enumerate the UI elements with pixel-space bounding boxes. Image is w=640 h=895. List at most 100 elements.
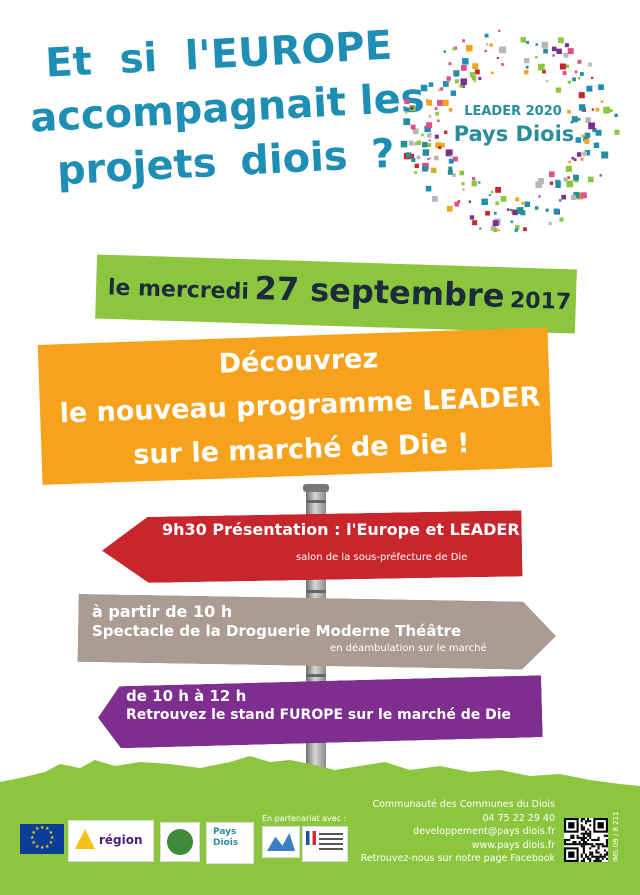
qr-module (593, 845, 596, 848)
confetti-square (549, 181, 554, 185)
qr-module (564, 838, 567, 842)
confetti-square (461, 182, 465, 186)
confetti-square (453, 70, 460, 77)
qr-module (587, 820, 590, 823)
confetti-square (495, 187, 501, 193)
confetti-square (555, 87, 562, 93)
qr-module (566, 843, 569, 846)
qr-module (591, 843, 594, 846)
confetti-square (526, 40, 530, 44)
confetti-square (537, 63, 545, 71)
confetti-square (571, 195, 576, 200)
confetti-square (567, 80, 571, 84)
confetti-square (524, 58, 530, 64)
qr-module (587, 828, 590, 831)
qr-module (580, 845, 583, 848)
qr-module (572, 836, 575, 839)
qr-module (597, 843, 600, 846)
confetti-square (490, 190, 494, 194)
qr-module (582, 828, 585, 831)
confetti-square (420, 84, 428, 92)
confetti-square (506, 208, 510, 211)
contact-facebook: Retrouvez-nous sur notre page Facebook (360, 853, 555, 864)
contact-email[interactable]: developpement@pays diois.fr (340, 825, 555, 839)
eu-star-icon: ★ (40, 845, 45, 851)
confetti-square (405, 111, 408, 114)
contact-block: Communauté des Communes du Diois 04 75 2… (340, 798, 555, 866)
confetti-square (614, 113, 618, 117)
confetti-square (591, 76, 594, 79)
qr-module (591, 853, 594, 856)
confetti-square (438, 146, 442, 150)
qr-module (605, 845, 608, 848)
confetti-square (426, 122, 433, 129)
tricolor-icon (306, 831, 316, 845)
confetti-square (437, 99, 443, 106)
confetti-square (403, 118, 411, 126)
confetti-square (469, 215, 475, 220)
qr-module (603, 845, 606, 848)
confetti-square (492, 220, 499, 227)
confetti-square (586, 85, 593, 92)
confetti-square (520, 37, 526, 43)
confetti-square (509, 208, 513, 212)
qr-code[interactable] (564, 818, 608, 862)
qr-module (580, 826, 583, 829)
headline: Et si l'EUROPE accompagnait les projets … (22, 19, 426, 200)
qr-module (587, 834, 590, 837)
qr-module (580, 859, 583, 862)
confetti-square (411, 157, 416, 162)
confetti-square (562, 71, 567, 75)
signpost-cap (303, 484, 329, 492)
confetti-square (462, 39, 465, 43)
qr-module (564, 843, 567, 846)
confetti-square (447, 80, 450, 83)
qr-module (603, 849, 606, 852)
confetti-square (466, 44, 473, 52)
qr-module (582, 859, 585, 862)
confetti-square (428, 115, 432, 118)
confetti-square (524, 69, 529, 75)
confetti-square (454, 79, 460, 84)
confetti-square (593, 142, 600, 149)
confetti-square (559, 217, 564, 222)
date-year: 2017 (509, 288, 572, 316)
qr-module (589, 832, 592, 835)
confetti-square (565, 165, 572, 172)
confetti-square (454, 201, 460, 207)
confetti-square (500, 196, 507, 202)
qr-module (570, 843, 573, 846)
qr-module (574, 841, 577, 844)
qr-finder (568, 851, 575, 858)
confetti-square (472, 177, 476, 181)
qr-module (580, 836, 583, 839)
confetti-square (578, 104, 586, 111)
contact-web[interactable]: www.pays diois.fr (340, 839, 555, 853)
qr-module (584, 822, 588, 825)
qr-module (597, 859, 600, 862)
confetti-square (489, 43, 493, 47)
qr-module (589, 843, 592, 846)
eu-flag-logo: ★ ★ ★ ★ ★ ★ ★ ★ ★ ★ ★ ★ (20, 824, 64, 854)
confetti-square (535, 43, 538, 46)
qr-module (582, 847, 585, 850)
confetti-square (595, 129, 602, 136)
confetti-square (425, 185, 432, 192)
qr-module (587, 838, 590, 842)
confetti-square (545, 208, 549, 212)
qr-module (568, 838, 571, 842)
confetti-square (614, 129, 620, 135)
confetti-square (599, 174, 602, 177)
logo-big-text: Pays Diois (453, 122, 575, 146)
confetti-square (410, 106, 414, 110)
leaf-icon (167, 829, 193, 855)
qr-module (601, 843, 604, 846)
confetti-square (462, 188, 465, 191)
qr-module (603, 855, 606, 858)
confetti-square (486, 43, 489, 46)
confetti-square (485, 210, 490, 216)
confetti-square (556, 48, 562, 54)
qr-module (589, 857, 592, 860)
qr-module (593, 859, 596, 862)
confetti-square (422, 165, 428, 172)
